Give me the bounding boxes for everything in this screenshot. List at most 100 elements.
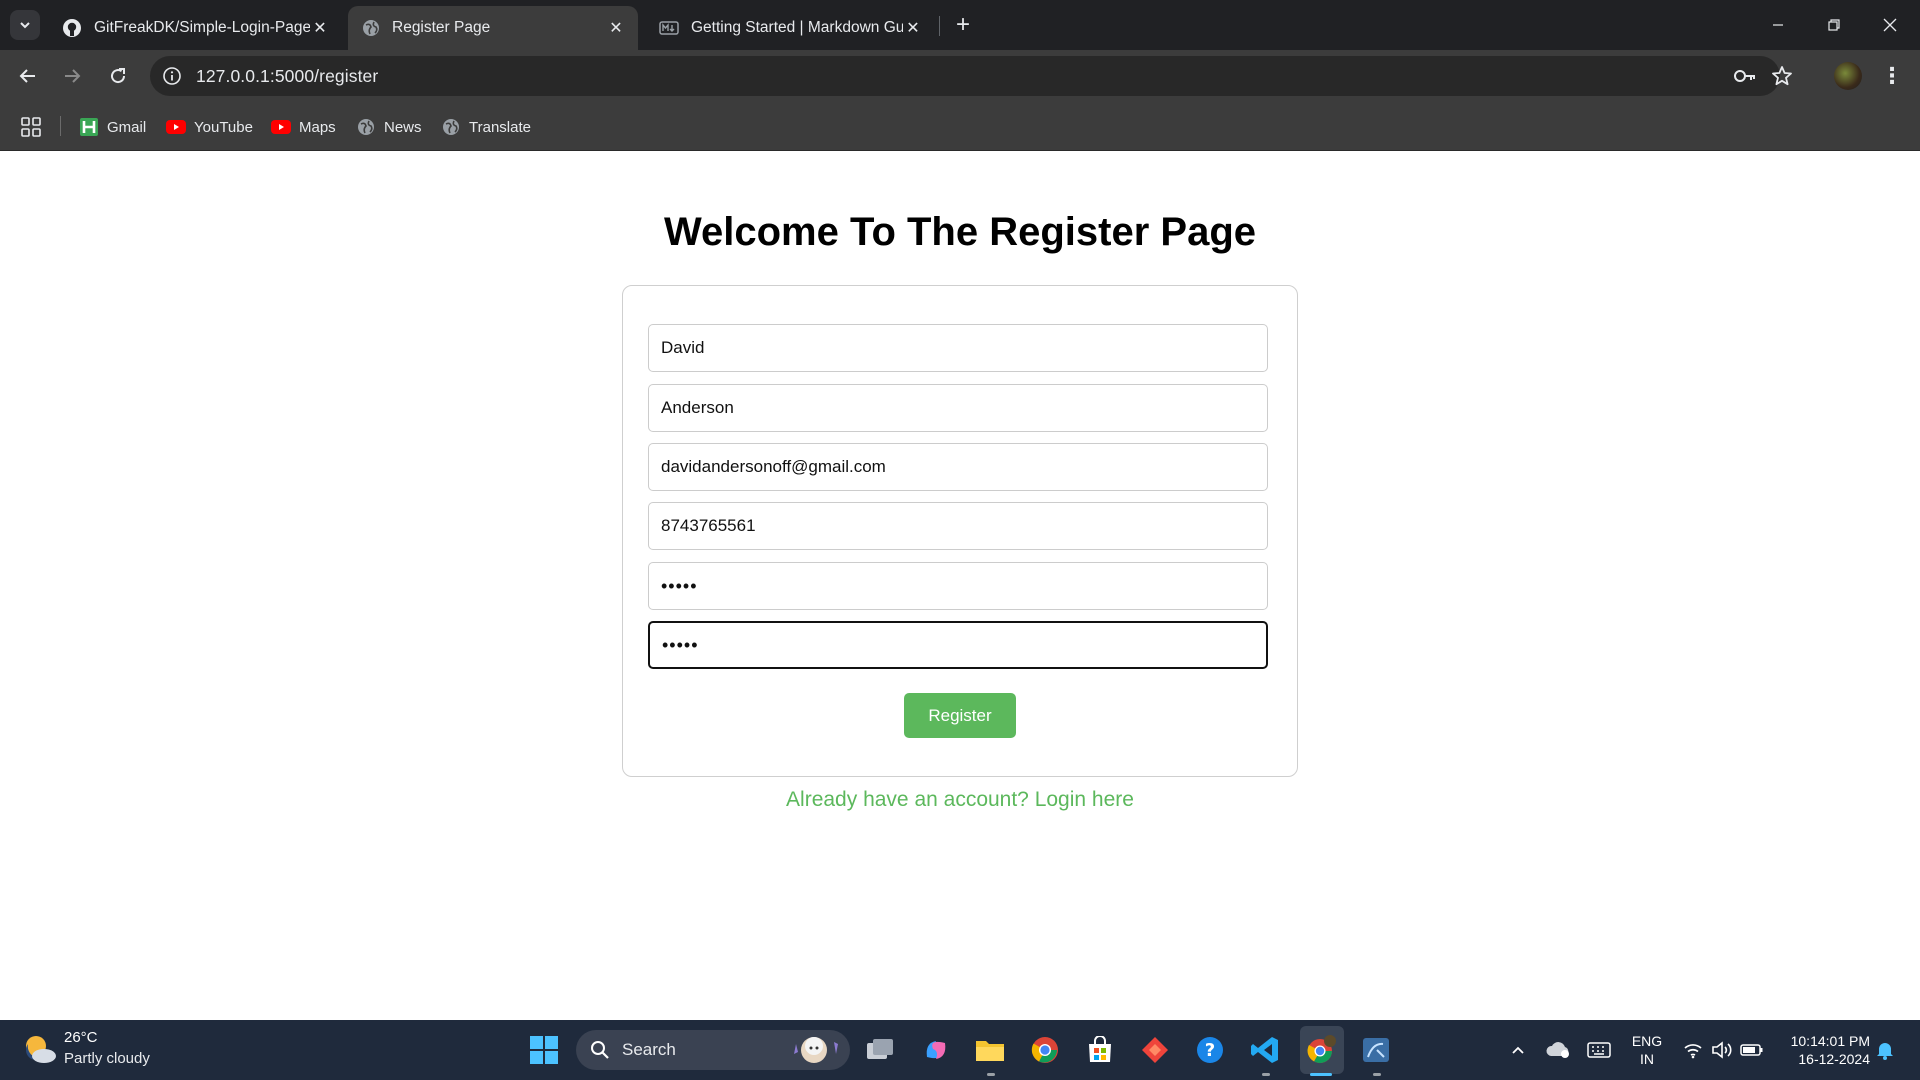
- youtube-icon: [166, 117, 186, 137]
- running-indicator: [987, 1073, 995, 1076]
- file-explorer-icon[interactable]: [972, 1032, 1008, 1068]
- weather-icon[interactable]: [20, 1030, 58, 1068]
- tab-title: Register Page: [392, 19, 491, 36]
- tab-search-button[interactable]: [10, 10, 40, 40]
- clock-date: 16-12-2024: [1798, 1051, 1870, 1067]
- profile-avatar[interactable]: [1834, 62, 1862, 90]
- site-info-icon[interactable]: [160, 64, 184, 88]
- weather-temperature[interactable]: 26°C: [64, 1029, 98, 1046]
- minimize-button[interactable]: [1750, 0, 1806, 50]
- task-view-icon[interactable]: [862, 1032, 898, 1068]
- close-icon[interactable]: ✕: [310, 18, 330, 38]
- help-icon[interactable]: ?: [1192, 1032, 1228, 1068]
- password-input[interactable]: •••••: [648, 562, 1268, 610]
- new-tab-button[interactable]: +: [948, 10, 978, 40]
- globe-icon: [356, 117, 376, 137]
- onedrive-icon[interactable]: [1546, 1036, 1572, 1064]
- wifi-icon[interactable]: [1682, 1036, 1704, 1064]
- active-indicator: [1310, 1073, 1332, 1076]
- bookmarks-bar: Gmail YouTube Maps News Translate: [0, 102, 1920, 151]
- restore-icon: [1828, 19, 1840, 31]
- keyboard-icon[interactable]: [1586, 1036, 1612, 1064]
- bookmark-news[interactable]: News: [356, 115, 422, 139]
- arrow-right-icon: [65, 69, 81, 83]
- forward-button[interactable]: [56, 60, 88, 92]
- register-button[interactable]: Register: [904, 693, 1016, 738]
- reload-button[interactable]: [102, 60, 134, 92]
- vscode-icon[interactable]: [1247, 1032, 1283, 1068]
- running-indicator: [1262, 1073, 1270, 1076]
- tab-github[interactable]: GitFreakDK/Simple-Login-Page ✕: [48, 6, 342, 50]
- language-code: ENG: [1631, 1033, 1663, 1049]
- bookmark-gmail[interactable]: Gmail: [79, 115, 146, 139]
- search-highlight-icon: [794, 1037, 838, 1063]
- plus-icon: +: [955, 11, 970, 38]
- register-form: David Anderson davidandersonoff@gmail.co…: [622, 285, 1298, 777]
- globe-icon: [363, 20, 379, 36]
- svg-text:?: ?: [1205, 1040, 1215, 1061]
- windows-start-icon[interactable]: [526, 1032, 562, 1068]
- reload-icon: [111, 68, 126, 84]
- bookmark-label: Gmail: [107, 118, 147, 136]
- chrome-icon[interactable]: [1027, 1032, 1063, 1068]
- github-icon: [63, 19, 81, 37]
- chevron-up-icon[interactable]: [1508, 1036, 1528, 1064]
- chevron-down-icon: [20, 22, 30, 29]
- taskbar-search[interactable]: Search: [576, 1030, 850, 1070]
- close-icon: [1883, 18, 1897, 32]
- address-bar[interactable]: 127.0.0.1:5000/register: [150, 56, 1792, 96]
- weather-description[interactable]: Partly cloudy: [64, 1050, 150, 1067]
- star-icon[interactable]: [1770, 64, 1794, 88]
- language-indicator[interactable]: ENG IN: [1628, 1032, 1666, 1068]
- bookmark-maps[interactable]: Maps: [271, 115, 336, 139]
- tab-title: GitFreakDK/Simple-Login-Page: [94, 19, 310, 36]
- kebab-menu-icon[interactable]: ⋮: [1878, 62, 1906, 90]
- bookmark-label: Translate: [469, 118, 531, 136]
- anydesk-icon[interactable]: [1137, 1032, 1173, 1068]
- close-icon[interactable]: ✕: [606, 18, 626, 38]
- region-code: IN: [1640, 1051, 1654, 1067]
- last-name-input[interactable]: Anderson: [648, 384, 1268, 432]
- clock-time: 10:14:01 PM: [1790, 1033, 1870, 1049]
- browser-toolbar: 127.0.0.1:5000/register ⋮: [0, 50, 1920, 102]
- tab-bar: GitFreakDK/Simple-Login-Page ✕ Register …: [0, 0, 1920, 50]
- system-clock[interactable]: 10:14:01 PM 16-12-2024: [1760, 1032, 1870, 1068]
- arrow-left-icon: [19, 69, 35, 83]
- close-window-button[interactable]: [1862, 0, 1918, 50]
- running-indicator: [1373, 1073, 1381, 1076]
- volume-icon[interactable]: [1710, 1036, 1734, 1064]
- first-name-input[interactable]: David: [648, 324, 1268, 372]
- globe-icon: [441, 117, 461, 137]
- youtube-icon: [271, 117, 291, 137]
- phone-input[interactable]: 8743765561: [648, 502, 1268, 550]
- tab-markdown-guide[interactable]: Getting Started | Markdown Gu ✕: [645, 6, 935, 50]
- markdown-icon: [659, 21, 679, 35]
- email-input[interactable]: davidandersonoff@gmail.com: [648, 443, 1268, 491]
- close-icon[interactable]: ✕: [903, 18, 923, 38]
- microsoft-store-icon[interactable]: [1082, 1032, 1118, 1068]
- bookmark-divider: [60, 116, 61, 136]
- apps-grid-icon[interactable]: [20, 116, 42, 138]
- url-text[interactable]: 127.0.0.1:5000/register: [196, 66, 378, 87]
- tab-register-page[interactable]: Register Page ✕: [348, 6, 638, 50]
- bookmark-label: News: [384, 118, 422, 136]
- bookmark-label: Maps: [299, 118, 336, 136]
- search-icon: [591, 1041, 609, 1059]
- search-label: Search: [622, 1040, 676, 1059]
- gmail-icon: [79, 117, 99, 137]
- chrome-profile-icon[interactable]: [1303, 1032, 1339, 1068]
- notification-bell-icon[interactable]: [1874, 1036, 1896, 1064]
- bookmark-translate[interactable]: Translate: [441, 115, 531, 139]
- key-icon[interactable]: [1732, 64, 1758, 88]
- back-button[interactable]: [12, 60, 44, 92]
- login-link[interactable]: Already have an account? Login here: [0, 788, 1920, 812]
- tab-divider: [939, 16, 940, 36]
- restore-button[interactable]: [1806, 0, 1862, 50]
- mysql-workbench-icon[interactable]: [1358, 1032, 1394, 1068]
- windows-taskbar: 26°C Partly cloudy Search ? ENG IN 10:14…: [0, 1020, 1920, 1080]
- copilot-icon[interactable]: [918, 1032, 954, 1068]
- minimize-icon: [1773, 24, 1783, 26]
- tab-title: Getting Started | Markdown Gu: [691, 19, 903, 36]
- bookmark-youtube[interactable]: YouTube: [166, 115, 253, 139]
- confirm-password-input[interactable]: •••••: [648, 621, 1268, 669]
